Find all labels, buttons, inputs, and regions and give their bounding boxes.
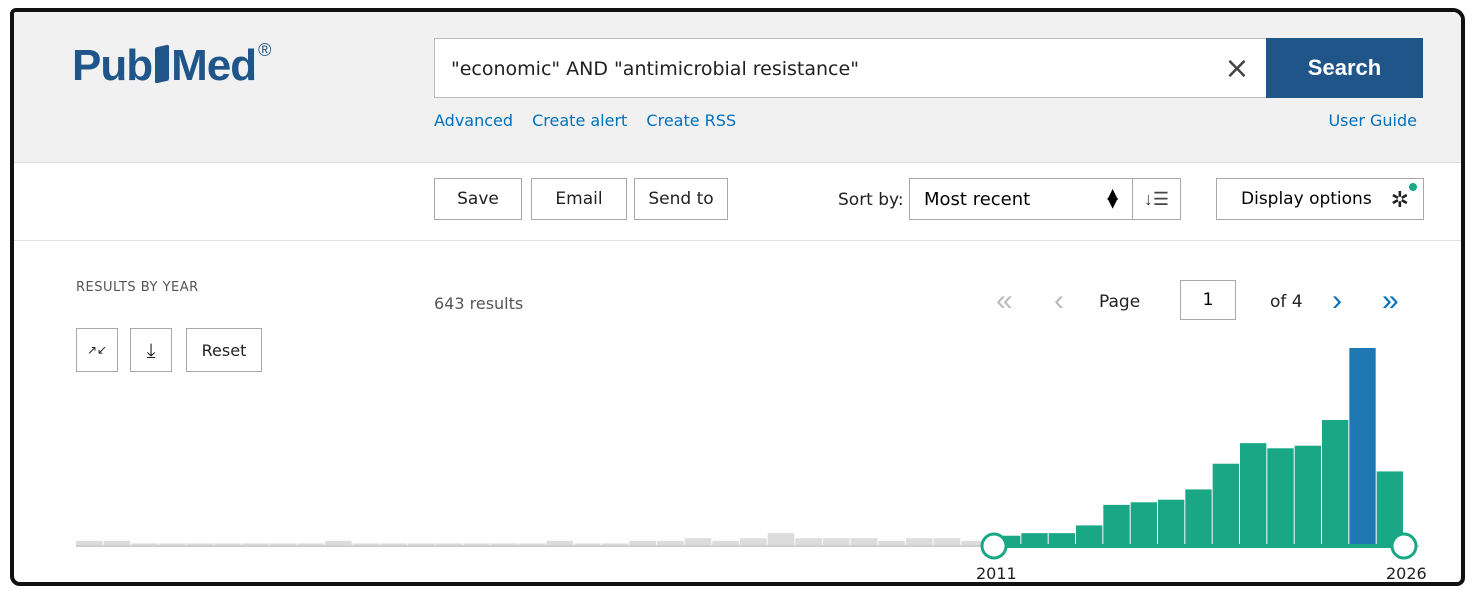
range-start-year: 2011 [976, 564, 1017, 583]
search-box [434, 38, 1270, 98]
save-button[interactable]: Save [434, 178, 522, 220]
year-bar-selected[interactable] [1130, 502, 1157, 546]
clear-icon[interactable]: × [1204, 38, 1270, 98]
sort-caret-icon: ▲ ▼ [1107, 186, 1118, 211]
year-bar-selected[interactable] [1294, 445, 1321, 546]
year-bar-selected[interactable] [1240, 443, 1267, 546]
results-toolbar: Save Email Send to Sort by: Most recent … [14, 162, 1461, 241]
sort-order-icon: ↓☰ [1143, 188, 1170, 209]
previous-page-icon[interactable]: ‹ [1054, 284, 1064, 318]
year-bar-unselected[interactable] [740, 538, 767, 546]
next-page-icon[interactable]: › [1332, 284, 1342, 318]
year-bar-unselected[interactable] [767, 533, 795, 546]
notification-dot-icon [1409, 183, 1417, 191]
email-button[interactable]: Email [531, 178, 627, 220]
header: PubMed® × Search Advanced Create alert C… [14, 12, 1461, 163]
send-to-button[interactable]: Send to [634, 178, 728, 220]
results-count: 643 results [434, 294, 524, 313]
display-options-button[interactable]: Display options ✲ [1216, 178, 1424, 220]
pubmed-logo[interactable]: Pub Med ® [72, 40, 271, 91]
year-bar-unselected[interactable] [795, 538, 822, 546]
year-bar-selected[interactable] [1267, 448, 1294, 546]
year-bar-unselected[interactable] [933, 538, 961, 546]
year-bar-selected[interactable] [1212, 463, 1239, 546]
range-start-handle[interactable] [980, 532, 1008, 560]
sort-select[interactable]: Most recent ▲ ▼ [909, 178, 1133, 220]
results-by-year-title: RESULTS BY YEAR [76, 280, 199, 295]
year-bar-unselected[interactable] [906, 538, 933, 546]
year-bar-selected[interactable] [1322, 420, 1349, 546]
book-icon [155, 44, 170, 84]
year-bar-selected[interactable] [1185, 489, 1212, 546]
create-rss-link[interactable]: Create RSS [646, 111, 736, 130]
search-button[interactable]: Search [1266, 38, 1423, 98]
search-input[interactable] [449, 53, 1213, 85]
year-bar-selected[interactable] [1349, 348, 1376, 546]
page-total: of 4 [1270, 292, 1303, 312]
year-bar-unselected[interactable] [850, 538, 878, 546]
range-end-handle[interactable] [1390, 532, 1418, 560]
user-guide-link[interactable]: User Guide [1328, 111, 1417, 130]
display-options-label: Display options [1241, 189, 1372, 209]
year-bar-unselected[interactable] [823, 538, 850, 546]
page-number-input[interactable]: 1 [1180, 280, 1236, 320]
sort-direction-button[interactable]: ↓☰ [1133, 178, 1181, 220]
advanced-link[interactable]: Advanced [434, 111, 513, 130]
create-alert-link[interactable]: Create alert [532, 111, 627, 130]
first-page-icon[interactable]: « [996, 284, 1013, 318]
last-page-icon[interactable]: » [1382, 284, 1399, 318]
header-links: Advanced Create alert Create RSS [434, 111, 750, 130]
gear-icon: ✲ [1390, 188, 1409, 213]
year-bar-selected[interactable] [1103, 504, 1130, 546]
results-by-year-chart[interactable] [14, 330, 1465, 566]
sort-value: Most recent [924, 188, 1031, 210]
year-bar-selected[interactable] [1158, 499, 1185, 546]
sort-by-label: Sort by: [838, 190, 904, 210]
screenshot-frame: PubMed® × Search Advanced Create alert C… [10, 8, 1465, 586]
year-bar-unselected[interactable] [684, 538, 712, 546]
year-bar-selected[interactable] [1076, 525, 1103, 546]
page-label: Page [1099, 292, 1141, 312]
range-end-year: 2026 [1386, 564, 1427, 583]
